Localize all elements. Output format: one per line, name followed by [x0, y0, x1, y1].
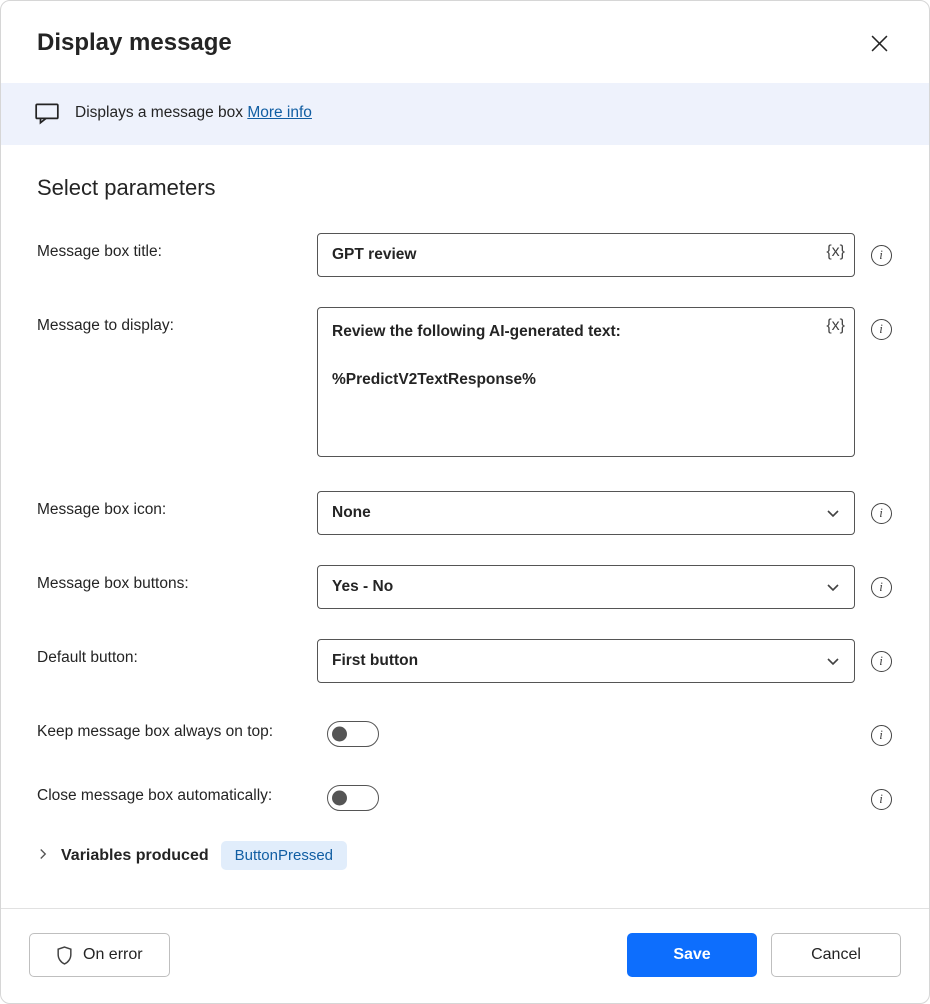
variables-produced-label: Variables produced	[61, 847, 209, 865]
chevron-right-icon	[37, 848, 49, 860]
variable-pill[interactable]: ButtonPressed	[221, 841, 347, 870]
field-label: Default button:	[37, 639, 317, 667]
field-label: Message to display:	[37, 307, 317, 335]
info-icon: i	[871, 577, 892, 598]
info-icon: i	[871, 725, 892, 746]
dialog-footer: On error Save Cancel	[1, 908, 929, 1003]
toggle-knob	[332, 791, 347, 806]
dialog-body: Select parameters Message box title: {x}…	[1, 145, 929, 908]
field-default-button: Default button: First button i	[37, 639, 893, 683]
info-banner-text: Displays a message box More info	[75, 104, 312, 122]
on-error-button[interactable]: On error	[29, 933, 170, 977]
message-box-title-input[interactable]	[317, 233, 855, 277]
shield-icon	[56, 946, 73, 965]
close-icon	[871, 35, 888, 52]
field-label: Close message box automatically:	[37, 777, 327, 805]
field-label: Keep message box always on top:	[37, 713, 327, 741]
field-label: Message box icon:	[37, 491, 317, 519]
help-button[interactable]: i	[869, 317, 893, 341]
info-icon: i	[871, 503, 892, 524]
display-message-dialog: Display message Displays a message box M…	[0, 0, 930, 1004]
expand-variables-button[interactable]	[37, 847, 49, 864]
always-on-top-toggle[interactable]	[327, 721, 379, 747]
field-close-automatically: Close message box automatically: i	[37, 777, 893, 811]
help-button[interactable]: i	[869, 575, 893, 599]
section-title: Select parameters	[37, 175, 893, 201]
help-button[interactable]: i	[869, 501, 893, 525]
help-button[interactable]: i	[869, 787, 893, 811]
help-button[interactable]: i	[869, 649, 893, 673]
info-icon: i	[871, 789, 892, 810]
variables-produced-row: Variables produced ButtonPressed	[37, 841, 893, 870]
select-value: None	[332, 504, 371, 522]
field-label: Message box buttons:	[37, 565, 317, 593]
message-to-display-input[interactable]	[317, 307, 855, 457]
message-box-icon-select[interactable]: None	[317, 491, 855, 535]
info-icon: i	[871, 245, 892, 266]
field-message-box-title: Message box title: {x} i	[37, 233, 893, 277]
close-automatically-toggle[interactable]	[327, 785, 379, 811]
more-info-link[interactable]: More info	[247, 104, 312, 121]
footer-right: Save Cancel	[627, 933, 901, 977]
field-always-on-top: Keep message box always on top: i	[37, 713, 893, 747]
toggle-knob	[332, 727, 347, 742]
save-button[interactable]: Save	[627, 933, 757, 977]
insert-variable-button[interactable]: {x}	[826, 317, 845, 335]
message-box-buttons-select[interactable]: Yes - No	[317, 565, 855, 609]
field-message-box-buttons: Message box buttons: Yes - No i	[37, 565, 893, 609]
insert-variable-button[interactable]: {x}	[826, 243, 845, 261]
close-button[interactable]	[863, 27, 895, 59]
dialog-title: Display message	[37, 29, 232, 57]
select-value: Yes - No	[332, 578, 393, 596]
save-label: Save	[673, 946, 710, 964]
info-icon: i	[871, 651, 892, 672]
field-message-box-icon: Message box icon: None i	[37, 491, 893, 535]
select-value: First button	[332, 652, 418, 670]
info-banner: Displays a message box More info	[1, 83, 929, 145]
message-icon	[33, 99, 61, 127]
field-message-to-display: Message to display: {x} i	[37, 307, 893, 461]
default-button-select[interactable]: First button	[317, 639, 855, 683]
cancel-label: Cancel	[811, 946, 861, 964]
help-button[interactable]: i	[869, 723, 893, 747]
help-button[interactable]: i	[869, 243, 893, 267]
dialog-header: Display message	[1, 1, 929, 83]
field-label: Message box title:	[37, 233, 317, 261]
cancel-button[interactable]: Cancel	[771, 933, 901, 977]
info-description: Displays a message box	[75, 104, 247, 121]
info-icon: i	[871, 319, 892, 340]
on-error-label: On error	[83, 946, 143, 964]
